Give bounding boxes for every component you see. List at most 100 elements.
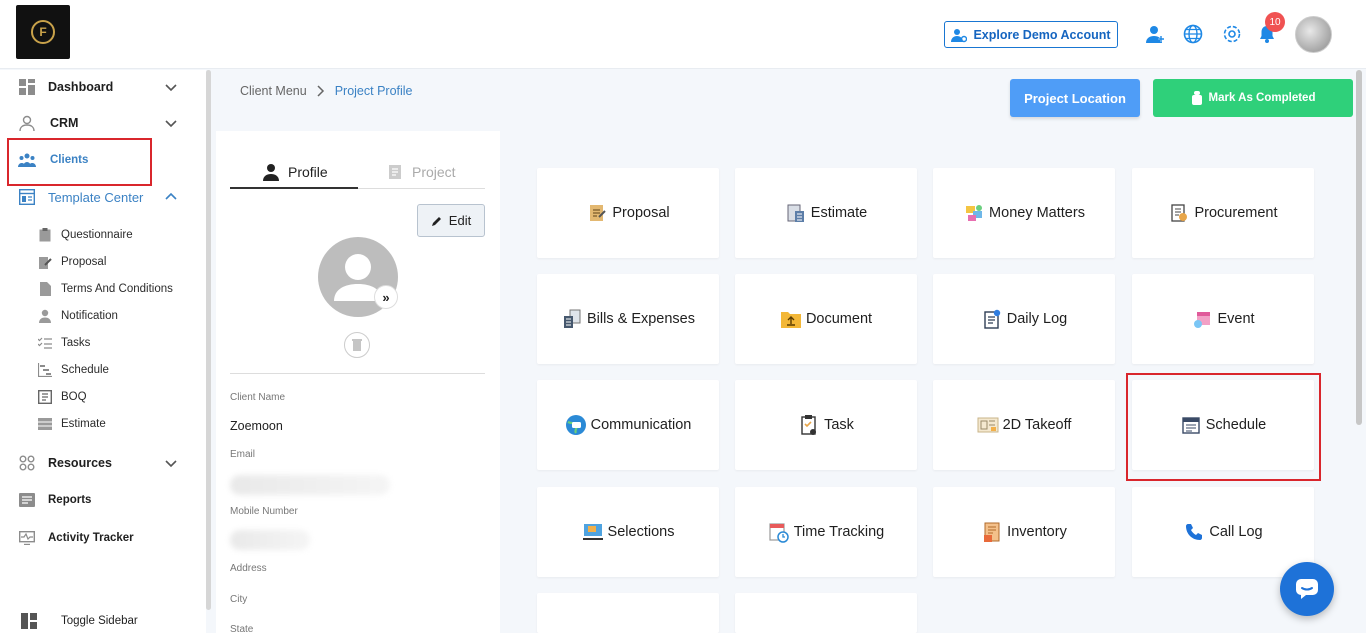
card-proposal[interactable]: Proposal xyxy=(537,168,719,258)
file-icon xyxy=(38,282,52,296)
explore-demo-account-button[interactable]: Explore Demo Account xyxy=(944,21,1118,48)
demo-button-label: Explore Demo Account xyxy=(973,27,1111,42)
inventory-icon xyxy=(981,521,1003,543)
dashboard-grid-icon xyxy=(18,78,36,96)
card-event[interactable]: Event xyxy=(1132,274,1314,364)
tab-profile[interactable]: Profile xyxy=(262,155,328,189)
project-location-button[interactable]: Project Location xyxy=(1010,79,1140,117)
card-daily-log[interactable]: Daily Log xyxy=(933,274,1115,364)
email-label: Email xyxy=(230,449,256,460)
notification-badge: 10 xyxy=(1265,12,1285,32)
tab-project[interactable]: Project xyxy=(388,155,456,189)
trash-icon[interactable] xyxy=(344,332,370,358)
activity-monitor-icon xyxy=(18,529,36,547)
card-money-matters[interactable]: Money Matters xyxy=(933,168,1115,258)
sidebar-item-label: CRM xyxy=(50,116,79,130)
toggle-sidebar-label: Toggle Sidebar xyxy=(61,615,138,627)
card-time-tracking[interactable]: Time Tracking xyxy=(735,487,917,577)
sidebar-subitem-proposal[interactable]: Proposal xyxy=(0,250,206,274)
breadcrumb-current: Project Profile xyxy=(334,84,413,98)
card-task[interactable]: Task xyxy=(735,380,917,470)
tab-project-label: Project xyxy=(412,164,456,180)
thumbs-up-icon xyxy=(1191,91,1202,105)
sidebar-subitem-label: Questionnaire xyxy=(61,229,133,241)
sidebar-subitem-estimate[interactable]: Estimate xyxy=(0,412,206,436)
template-icon xyxy=(18,188,36,206)
chevrons-right-icon[interactable]: » xyxy=(374,285,398,309)
card-procurement[interactable]: Procurement xyxy=(1132,168,1314,258)
sidebar-subitem-questionnaire[interactable]: Questionnaire xyxy=(0,223,206,247)
card-2d-takeoff[interactable]: 2D Takeoff xyxy=(933,380,1115,470)
chat-button[interactable] xyxy=(1280,562,1334,616)
clients-highlight-box xyxy=(7,138,152,186)
sidebar-subitem-notification[interactable]: Notification xyxy=(0,304,206,328)
card-label: Call Log xyxy=(1209,524,1263,540)
card-label: Daily Log xyxy=(1006,311,1068,327)
breadcrumb-client-menu[interactable]: Client Menu xyxy=(240,84,307,98)
toggle-sidebar-button[interactable]: Toggle Sidebar xyxy=(0,604,206,633)
chevron-up-icon xyxy=(165,192,177,200)
procurement-icon xyxy=(1168,202,1190,224)
card-inventory[interactable]: Inventory xyxy=(933,487,1115,577)
table-icon xyxy=(38,417,52,431)
card-label: Selections xyxy=(607,524,675,540)
mark-as-completed-button[interactable]: Mark As Completed xyxy=(1153,79,1353,117)
sidebar-item-reports[interactable]: Reports xyxy=(0,483,206,517)
communication-globe-icon xyxy=(565,414,587,436)
card-label: Estimate xyxy=(810,205,868,221)
crm-users-icon xyxy=(18,114,36,132)
sidebar-item-label: Template Center xyxy=(48,189,144,205)
sidebar-layout-icon xyxy=(20,612,38,630)
city-label: City xyxy=(230,594,248,605)
folder-upload-icon xyxy=(780,308,802,330)
page-scrollbar[interactable] xyxy=(1356,70,1362,425)
client-name-label: Client Name xyxy=(230,392,286,403)
card-communication[interactable]: Communication xyxy=(537,380,719,470)
chat-bubble-icon xyxy=(1296,579,1318,599)
tab-profile-label: Profile xyxy=(288,164,328,180)
email-value-redacted xyxy=(230,475,390,495)
card-call-log[interactable]: Call Log xyxy=(1132,487,1314,577)
sidebar-item-resources[interactable]: Resources xyxy=(0,446,206,480)
sidebar-subitem-boq[interactable]: BOQ xyxy=(0,385,206,409)
chevron-right-icon xyxy=(317,85,324,97)
user-avatar[interactable] xyxy=(1295,16,1332,53)
reports-icon xyxy=(18,491,36,509)
gantt-icon xyxy=(38,363,52,377)
gear-icon[interactable] xyxy=(1220,22,1244,46)
sidebar-item-activity-tracker[interactable]: Activity Tracker xyxy=(0,521,206,555)
sidebar-subitem-label: Proposal xyxy=(61,256,107,268)
chevron-down-icon xyxy=(165,460,177,468)
mobile-value-redacted xyxy=(230,530,310,550)
add-user-icon[interactable] xyxy=(1144,22,1168,46)
sidebar-scrollbar[interactable] xyxy=(206,70,211,610)
card-selections[interactable]: Selections xyxy=(537,487,719,577)
phone-icon xyxy=(1183,521,1205,543)
sidebar-subitem-schedule[interactable]: Schedule xyxy=(0,358,206,382)
selections-monitor-icon xyxy=(582,521,604,543)
card-label: Communication xyxy=(590,417,692,433)
person-icon xyxy=(38,309,52,323)
sidebar-subitem-label: Estimate xyxy=(61,418,106,430)
sidebar-subitem-terms[interactable]: Terms And Conditions xyxy=(0,277,206,301)
edit-button[interactable]: Edit xyxy=(417,204,485,237)
card-partial-1[interactable] xyxy=(537,593,719,633)
chevron-down-icon xyxy=(165,84,177,92)
card-document[interactable]: Document xyxy=(735,274,917,364)
company-logo[interactable]: F xyxy=(16,5,70,59)
sidebar-item-crm[interactable]: CRM xyxy=(0,106,206,140)
card-label: Task xyxy=(824,417,854,433)
checklist-icon xyxy=(38,336,52,350)
card-estimate[interactable]: Estimate xyxy=(735,168,917,258)
card-label: Event xyxy=(1217,311,1255,327)
client-name-value: Zoemoon xyxy=(230,419,283,433)
sidebar-item-dashboard[interactable]: Dashboard xyxy=(0,70,206,104)
blueprint-icon xyxy=(977,414,999,436)
daily-log-icon xyxy=(981,308,1003,330)
sidebar-subitem-label: Schedule xyxy=(61,364,109,376)
card-partial-2[interactable] xyxy=(735,593,917,633)
money-matters-icon xyxy=(963,202,985,224)
globe-icon[interactable] xyxy=(1181,22,1205,46)
sidebar-subitem-tasks[interactable]: Tasks xyxy=(0,331,206,355)
card-bills-expenses[interactable]: Bills & Expenses xyxy=(537,274,719,364)
